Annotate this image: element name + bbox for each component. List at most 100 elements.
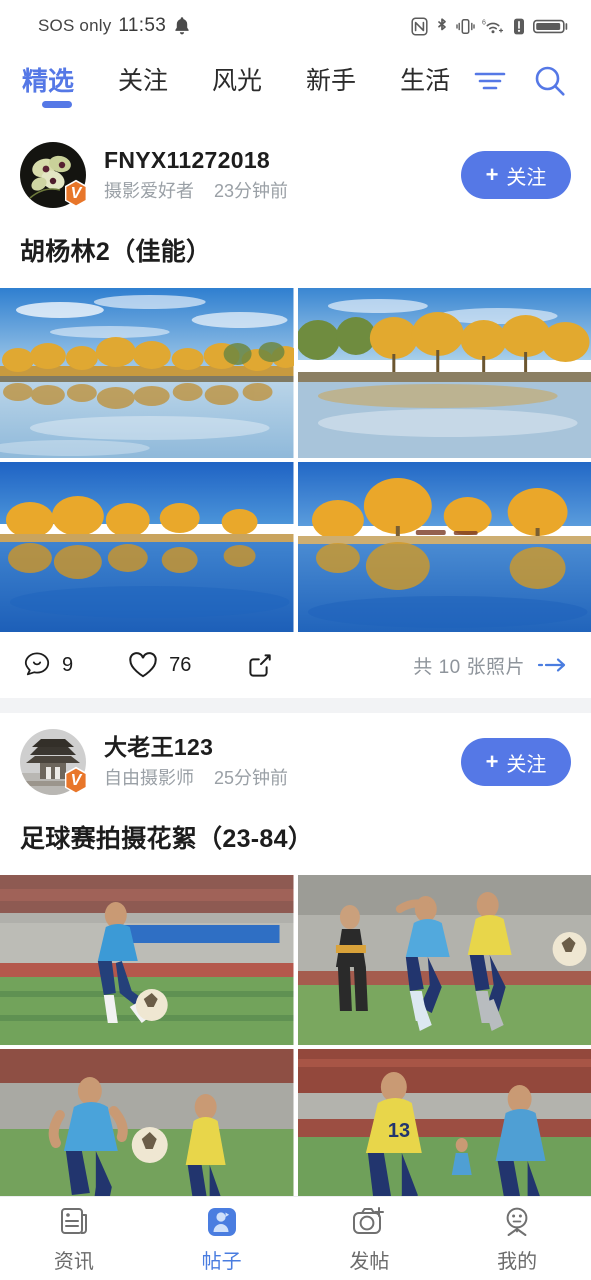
news-icon <box>57 1204 91 1240</box>
share-icon <box>245 650 275 680</box>
like-count: 76 <box>169 653 192 676</box>
post-user-role: 自由摄影师 <box>104 768 194 788</box>
nav-label: 帖子 <box>201 1250 242 1273</box>
post-header: V 大老王123 自由摄影师 25分钟前 + 关注 <box>0 713 591 801</box>
follow-button-label: 关注 <box>506 753 547 776</box>
soccer-yellow-jersey: 13 <box>297 1049 591 1196</box>
follow-button[interactable]: + 关注 <box>461 738 571 786</box>
post-title[interactable]: 胡杨林2（佳能） <box>0 214 591 288</box>
soccer-duel <box>297 875 591 1045</box>
post-card[interactable]: V 大老王123 自由摄影师 25分钟前 + 关注 足球赛拍摄花絮（23-84） <box>0 713 591 1196</box>
post-timestamp: 23分钟前 <box>214 181 289 201</box>
vibrate-icon <box>456 17 475 36</box>
post-separator <box>0 698 591 713</box>
menu-icon[interactable] <box>473 68 507 94</box>
avatar[interactable]: V <box>20 729 89 795</box>
profile-icon <box>500 1204 534 1240</box>
post-user-name[interactable]: FNYX11272018 <box>104 145 461 175</box>
nav-item-publish[interactable]: 发帖 <box>296 1204 444 1274</box>
tab-guanzhu[interactable]: 关注 <box>96 60 190 98</box>
tab-label: 新手 <box>306 67 357 95</box>
tab-shenghuo[interactable]: 生活 <box>378 60 472 98</box>
post-user-name[interactable]: 大老王123 <box>104 732 461 762</box>
photo-thumbnail[interactable] <box>297 288 591 458</box>
verified-badge-label: V <box>70 771 82 789</box>
arrow-right-icon[interactable] <box>537 656 569 674</box>
post-timestamp: 25分钟前 <box>214 768 289 788</box>
post-card[interactable]: V FNYX11272018 摄影爱好者 23分钟前 + 关注 胡杨林2（佳能） <box>0 126 591 698</box>
comment-count: 9 <box>62 653 74 676</box>
alert-icon <box>512 17 526 36</box>
post-header: V FNYX11272018 摄影爱好者 23分钟前 + 关注 <box>0 126 591 214</box>
post-user-meta: 大老王123 自由摄影师 25分钟前 <box>104 732 461 792</box>
bottom-nav-bar: 资讯 帖子 发帖 我的 <box>0 1196 591 1280</box>
photo-count-label: 共 10 张照片 <box>413 656 525 678</box>
svg-text:6: 6 <box>482 19 486 26</box>
soccer-dribble <box>0 1049 294 1196</box>
photo-thumbnail[interactable] <box>0 875 294 1045</box>
plus-icon: + <box>485 749 499 774</box>
photo-thumbnail[interactable] <box>0 1049 294 1196</box>
tab-label: 精选 <box>22 66 75 96</box>
post-action-bar: 9 76 共 10 张照片 <box>0 632 591 698</box>
post-title[interactable]: 足球赛拍摄花絮（23-84） <box>0 801 591 875</box>
svg-text:13: 13 <box>387 1120 409 1142</box>
tab-label: 关注 <box>118 67 169 95</box>
photo-thumbnail[interactable] <box>0 288 294 458</box>
bell-icon <box>173 16 191 36</box>
post-user-meta: FNYX11272018 摄影爱好者 23分钟前 <box>104 145 461 205</box>
photo-thumbnail[interactable] <box>0 462 294 632</box>
photo-thumbnail[interactable]: 13 <box>297 1049 591 1196</box>
tab-label: 生活 <box>400 67 451 95</box>
carrier-label: SOS only <box>38 16 112 35</box>
avatar[interactable]: V <box>20 142 89 208</box>
nav-label: 发帖 <box>349 1250 390 1273</box>
poplar-reflection-dusk <box>0 462 294 632</box>
post-user-subtitle: 自由摄影师 25分钟前 <box>104 764 461 792</box>
search-icon[interactable] <box>533 64 567 98</box>
clock-label: 11:53 <box>118 15 167 36</box>
share-action[interactable] <box>245 650 275 680</box>
nav-label: 我的 <box>497 1250 538 1273</box>
comment-action[interactable]: 9 <box>22 650 73 680</box>
photo-thumbnail[interactable] <box>297 875 591 1045</box>
follow-button-label: 关注 <box>506 166 547 189</box>
nav-label: 资讯 <box>53 1250 94 1273</box>
category-tab-bar: 精选 关注 风光 新手 生活 <box>0 52 591 126</box>
like-action[interactable]: 76 <box>127 650 191 680</box>
nfc-icon <box>411 16 428 36</box>
bluetooth-icon <box>435 17 449 36</box>
nav-item-news[interactable]: 资讯 <box>0 1204 148 1274</box>
category-tabs: 精选 关注 风光 新手 生活 <box>18 60 473 108</box>
tab-xinshou[interactable]: 新手 <box>284 60 378 98</box>
status-bar-right: 6 <box>411 16 569 36</box>
status-bar: SOS only 11:53 6 <box>0 0 591 52</box>
status-bar-left: SOS only 11:53 <box>38 15 191 37</box>
photo-grid[interactable] <box>0 288 591 632</box>
soccer-player-kick <box>0 875 294 1045</box>
verified-badge: V <box>63 766 89 795</box>
tab-jingxuan[interactable]: 精选 <box>18 60 96 108</box>
follow-button[interactable]: + 关注 <box>461 151 571 199</box>
photo-thumbnail[interactable] <box>297 462 591 632</box>
plus-icon: + <box>485 162 499 187</box>
tab-label: 风光 <box>212 67 263 95</box>
nav-item-posts[interactable]: 帖子 <box>148 1204 296 1274</box>
verified-badge: V <box>63 179 89 208</box>
photo-grid[interactable]: 13 <box>0 875 591 1196</box>
post-user-role: 摄影爱好者 <box>104 181 194 201</box>
tab-fengguang[interactable]: 风光 <box>190 60 284 98</box>
poplar-lake-trees <box>297 288 591 458</box>
app-root: SOS only 11:53 6 精选 关注 风光 新手 生活 V FNYX11… <box>0 0 591 1280</box>
camera-plus-icon <box>351 1204 387 1240</box>
nav-item-profile[interactable]: 我的 <box>443 1204 591 1274</box>
active-tab-underline <box>42 101 72 108</box>
poplar-lake-wide <box>0 288 294 458</box>
tab-bar-actions <box>473 60 573 98</box>
posts-icon <box>204 1204 240 1240</box>
heart-icon <box>127 650 159 680</box>
battery-icon <box>533 17 569 36</box>
poplar-reflection-single <box>297 462 591 632</box>
wifi-6-icon: 6 <box>482 17 505 36</box>
post-feed[interactable]: V FNYX11272018 摄影爱好者 23分钟前 + 关注 胡杨林2（佳能） <box>0 126 591 1196</box>
